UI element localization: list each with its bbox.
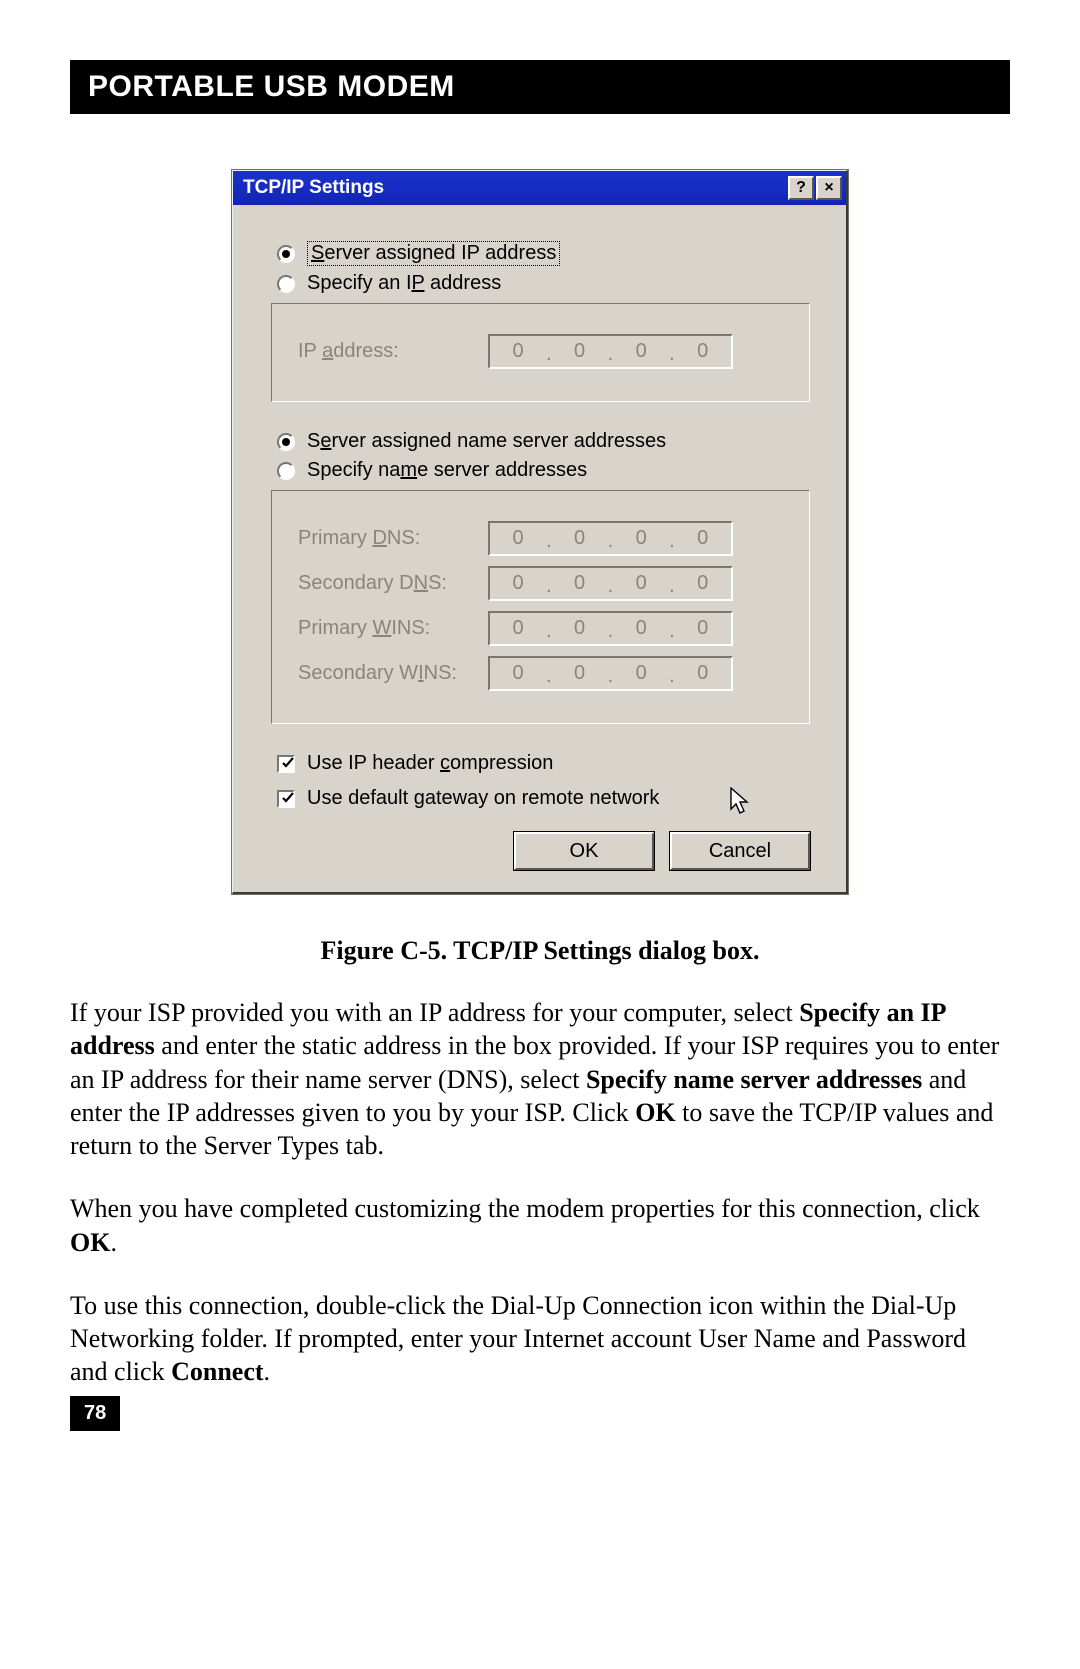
- checkbox-label: Use default gateway on remote network: [307, 787, 659, 810]
- close-button[interactable]: ×: [816, 176, 842, 200]
- radio-icon: [277, 433, 295, 451]
- dialog-titlebar: TCP/IP Settings ? ×: [233, 171, 846, 205]
- radio-icon: [277, 275, 295, 293]
- page-header: PORTABLE USB MODEM: [70, 60, 1010, 114]
- radio-icon: [277, 245, 295, 263]
- dialog-title: TCP/IP Settings: [243, 177, 384, 199]
- checkbox-header-compression[interactable]: Use IP header compression: [277, 752, 810, 775]
- checkbox-label: Use IP header compression: [307, 752, 553, 775]
- radio-specify-ip[interactable]: Specify an IP address: [277, 272, 810, 295]
- ok-button[interactable]: OK: [514, 832, 654, 870]
- radio-label: Server assigned IP address: [307, 241, 560, 266]
- body-text: If your ISP provided you with an IP addr…: [70, 996, 1010, 1389]
- ip-address-input[interactable]: 0. 0. 0. 0: [488, 334, 733, 369]
- secondary-dns-label: Secondary DNS:: [298, 572, 488, 595]
- help-button[interactable]: ?: [788, 176, 814, 200]
- checkbox-icon: [277, 790, 295, 808]
- primary-dns-label: Primary DNS:: [298, 527, 488, 550]
- radio-server-dns[interactable]: Server assigned name server addresses: [277, 430, 810, 453]
- primary-dns-input[interactable]: 0. 0. 0. 0: [488, 521, 733, 556]
- checkbox-default-gateway[interactable]: Use default gateway on remote network: [277, 787, 810, 810]
- primary-wins-input[interactable]: 0. 0. 0. 0: [488, 611, 733, 646]
- radio-server-ip[interactable]: Server assigned IP address: [277, 241, 810, 266]
- figure-caption: Figure C-5. TCP/IP Settings dialog box.: [70, 936, 1010, 966]
- radio-label: Server assigned name server addresses: [307, 430, 666, 453]
- tcpip-settings-dialog: TCP/IP Settings ? × Server assigned IP a…: [232, 170, 848, 894]
- checkbox-icon: [277, 755, 295, 773]
- primary-wins-label: Primary WINS:: [298, 617, 488, 640]
- radio-label: Specify name server addresses: [307, 459, 587, 482]
- secondary-wins-input[interactable]: 0. 0. 0. 0: [488, 656, 733, 691]
- ip-address-label: IP address:: [298, 340, 488, 363]
- dns-group: Primary DNS: 0. 0. 0. 0 Secondary DNS: 0…: [271, 490, 810, 724]
- radio-specify-dns[interactable]: Specify name server addresses: [277, 459, 810, 482]
- secondary-wins-label: Secondary WINS:: [298, 662, 488, 685]
- secondary-dns-input[interactable]: 0. 0. 0. 0: [488, 566, 733, 601]
- radio-label: Specify an IP address: [307, 272, 501, 295]
- cancel-button[interactable]: Cancel: [670, 832, 810, 870]
- page-number: 78: [70, 1396, 120, 1431]
- ip-address-group: IP address: 0. 0. 0. 0: [271, 303, 810, 402]
- radio-icon: [277, 462, 295, 480]
